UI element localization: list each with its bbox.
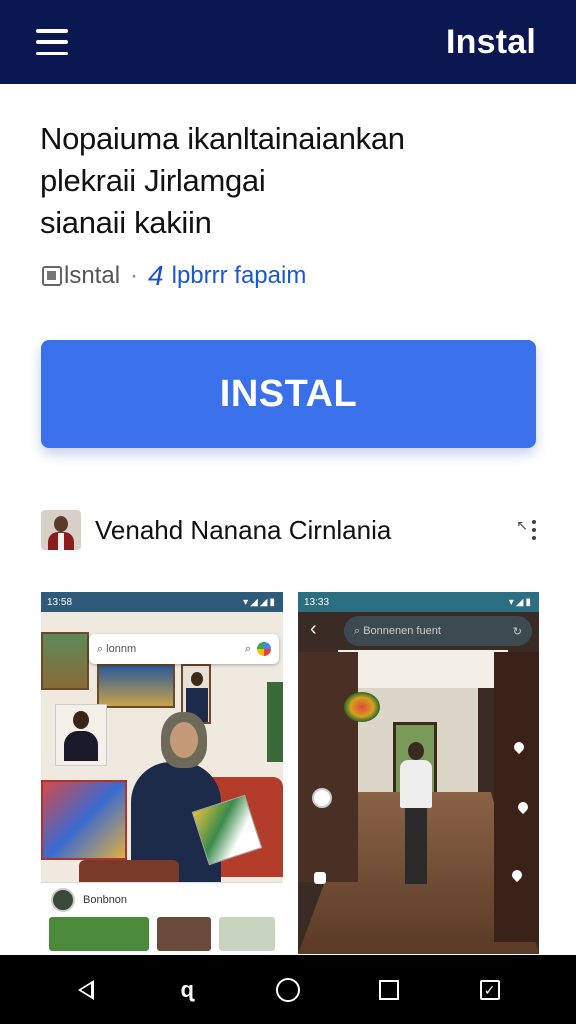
avatar [51,888,75,912]
room-wall: ⌕ lonnm ⌕ [41,612,283,900]
right-shelf [494,652,539,942]
app-screenshot-2[interactable]: 13:33 ▾◢▮ ‹ ⌕ Bonnenen fuent ↻ [298,592,539,954]
nav-home-button[interactable] [268,970,308,1010]
app-screenshot-1[interactable]: 13:58 ▾◢◢▮ ⌕ lonnm ⌕ Bonbnon [41,592,283,954]
install-button[interactable]: INSTAL [41,340,536,448]
app-screen: Instal Nopaiuma ikanltainaiankan plekrai… [0,0,576,1024]
avatar-marker[interactable] [312,788,332,808]
meta-count: 4 [148,260,164,291]
meta-link[interactable]: lpbrrr fapaim [172,262,307,290]
status-icons: ▾◢◢▮ [243,596,277,608]
search-text: lonnm [106,643,137,655]
nav-recents-button[interactable] [369,970,409,1010]
nav-back-button[interactable] [66,970,106,1010]
developer-avatar [41,510,81,550]
search-icon: ⌕ [97,642,104,655]
thumbnail [157,917,211,951]
meta-line: lsntal · 4 lpbrrr fapaim [42,260,306,292]
system-nav-bar: ɋ ✓ [0,955,576,1024]
back-icon [78,979,95,1000]
title-line-1: Nopaiuma ikanltainaiankan [40,121,405,156]
hamburger-menu-icon[interactable] [36,29,68,55]
status-bar: 13:33 ▾◢▮ [298,592,539,612]
home-icon [275,977,300,1002]
top-app-bar: Instal [0,0,576,84]
left-shelf [298,652,358,882]
refresh-icon[interactable]: ↻ [513,625,522,638]
search-text: Bonnenen fuent [363,625,441,637]
wall-frame [267,682,283,762]
result-card[interactable]: Bonbnon [41,882,283,954]
card-name: Bonbnon [83,894,128,906]
assistant-icon[interactable] [257,642,271,656]
title-line-3: sianaii kakiin [40,205,212,240]
wall-frame [41,632,89,690]
developer-name[interactable]: Venahd Nanana Cirnlania [95,515,506,546]
flower-plant [344,692,380,722]
notification-icon: ✓ [479,979,500,1000]
status-time: 13:58 [47,596,73,608]
back-arrow-icon[interactable]: ‹ [310,618,317,641]
status-icons: ▾◢▮ [508,596,533,608]
status-time: 13:33 [304,596,330,608]
status-bar: 13:58 ▾◢◢▮ [41,592,283,612]
developer-row[interactable]: Venahd Nanana Cirnlania ↖ [41,508,536,552]
poster-frame [41,780,127,860]
recents-icon [378,979,399,1000]
more-vertical-icon[interactable]: ↖ [506,515,536,545]
thumbnail [219,917,275,951]
nav-assistant-button[interactable]: ɋ [167,970,207,1010]
document-icon [42,266,62,286]
tag-icon[interactable] [314,872,326,884]
wall-frame [97,664,175,708]
person-face [170,722,198,758]
person-legs [405,806,427,884]
title-line-2: plekraii Jirlamgai [40,163,266,198]
meta-separator: · [130,262,139,289]
ceiling [338,650,508,688]
page-title: Nopaiuma ikanltainaiankan plekraii Jirla… [40,118,540,244]
search-bar[interactable]: ⌕ Bonnenen fuent ↻ [344,616,532,646]
search-icon: ⌕ [354,624,364,637]
meta-label: lsntal [64,262,121,289]
assistant-icon: ɋ [180,976,194,1002]
person-head [408,742,424,760]
search-icon[interactable]: ⌕ [245,643,251,656]
portrait-frame [55,704,107,766]
search-bar[interactable]: ⌕ lonnm ⌕ [89,634,279,664]
nav-notification-button[interactable]: ✓ [470,970,510,1010]
person-body [400,760,432,808]
app-brand-title: Instal [445,22,536,61]
thumbnail [49,917,149,951]
